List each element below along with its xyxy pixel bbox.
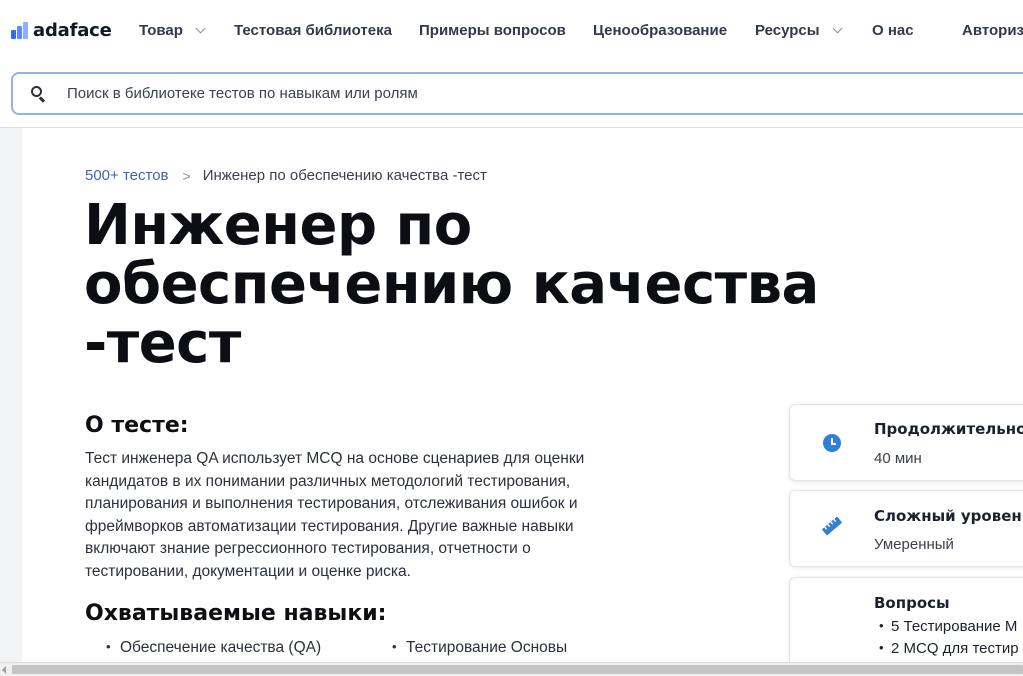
duration-card: Продолжительно 40 мин [789,404,1023,481]
nav-item-product[interactable]: Товар [139,22,206,39]
search-icon [29,85,57,103]
nav-item-sample-questions[interactable]: Примеры вопросов [419,22,566,39]
nav-item-label: Примеры вопросов [419,22,566,39]
nav-item-pricing[interactable]: Ценообразование [593,22,727,39]
clock-icon [823,434,841,452]
search-input[interactable] [67,85,967,102]
about-heading: О тесте: [85,413,189,438]
breadcrumb-current: Инженер по обеспечению качества -тест [202,167,487,184]
header-divider [0,127,1023,128]
page-title-line: Инженер по [84,193,472,258]
nav-item-resources[interactable]: Ресурсы [755,22,843,39]
difficulty-card: Сложный уровен Умеренный [789,490,1023,567]
left-gutter [0,128,22,662]
about-description: Тест инженера QA использует MCQ на основ… [85,448,625,583]
horizontal-scrollbar[interactable] [0,662,1023,676]
question-item: 2 MCQ для тестир [879,640,1019,657]
chevron-down-icon [195,23,206,34]
about-line: фреймворков автоматизации тестирования. … [85,517,574,535]
question-item: 5 Тестирование М [879,618,1017,635]
scrollbar-thumb[interactable] [12,665,1023,674]
breadcrumb-separator: > [182,167,191,184]
nav-item-label: Ценообразование [593,22,728,39]
top-navigation: adaface Товар Тестовая библиотека Пример… [0,0,1023,62]
nav-item-label: Ресурсы [755,22,820,39]
nav-item-label: Тестовая библиотека [234,22,392,39]
brand-name: adaface [33,20,112,41]
about-line: включают знание регрессионного тестирова… [85,540,531,557]
nav-item-label: Товар [139,22,183,39]
breadcrumb: 500+ тестов > Инженер по обеспечению кач… [85,167,487,184]
difficulty-title: Сложный уровен [874,507,1022,525]
nav-item-about-us[interactable]: О нас [872,22,914,39]
skill-item: Тестирование Основы [392,639,567,657]
about-line: кандидатов в их понимании различных мето… [85,472,571,490]
about-line: Тест инженера QA использует MCQ на основ… [85,450,585,467]
ruler-icon [821,516,843,536]
skill-item: Обеспечение качества (QA) [106,639,321,657]
nav-item-label: Авториз [962,22,1023,39]
skills-heading: Охватываемые навыки: [85,601,387,626]
adaface-logo[interactable]: adaface [11,20,112,41]
chevron-down-icon [832,23,843,34]
difficulty-value: Умеренный [874,536,954,553]
scroll-left-arrow-icon[interactable] [2,666,6,674]
about-line: планирования и выполнения тестирования, … [85,495,578,512]
adaface-bars-logo-icon [11,22,28,39]
duration-value: 40 мин [874,450,922,467]
nav-item-label: О нас [872,22,914,39]
nav-item-test-library[interactable]: Тестовая библиотека [234,22,392,39]
about-line: тестировании, документации и оценке риск… [85,562,411,580]
page-title-line: -тест [84,311,241,376]
search-bar[interactable] [11,72,1023,115]
duration-title: Продолжительно [874,420,1023,438]
page-title: Инженер по обеспечению качества -тест [84,196,904,373]
breadcrumb-link-all-tests[interactable]: 500+ тестов [85,167,169,184]
nav-item-login[interactable]: Авториз [962,22,1023,39]
page-title-line: обеспечению качества [84,252,819,317]
questions-title: Вопросы [874,594,950,612]
